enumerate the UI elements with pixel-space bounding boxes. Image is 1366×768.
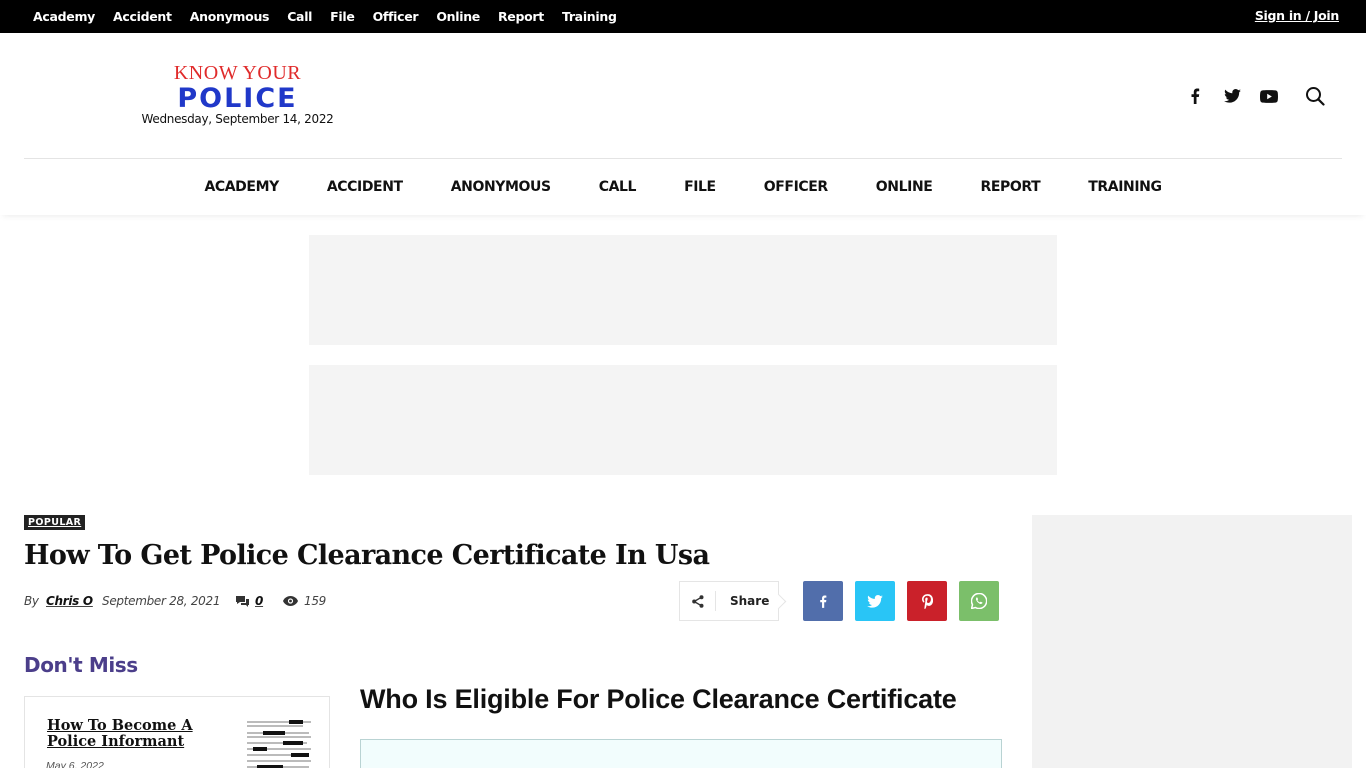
sidebar-ad <box>1032 515 1352 768</box>
article-title: How To Get Police Clearance Certificate … <box>24 540 710 571</box>
dont-miss-card: How To Become A Police Informant May 6, … <box>24 696 330 768</box>
main-nav-accident[interactable]: ACCIDENT <box>303 179 427 195</box>
author-link[interactable]: Chris O <box>46 594 93 608</box>
comments-count: 0 <box>255 594 264 608</box>
share-toggle[interactable]: Share <box>679 581 779 621</box>
whatsapp-icon <box>971 593 987 609</box>
main-nav-training[interactable]: TRAINING <box>1064 179 1185 195</box>
share-whatsapp-button[interactable] <box>959 581 999 621</box>
card-thumbnail[interactable] <box>243 719 315 768</box>
site-logo[interactable]: KNOW YOUR POLICE Wednesday, September 14… <box>135 62 340 126</box>
card-date: May 6, 2022 <box>46 760 104 768</box>
article-subheading: Who Is Eligible For Police Clearance Cer… <box>360 684 957 714</box>
main-nav: ACADEMY ACCIDENT ANONYMOUS CALL FILE OFF… <box>0 159 1366 215</box>
share-twitter-button[interactable] <box>855 581 895 621</box>
top-bar: Academy Accident Anonymous Call File Off… <box>0 0 1366 33</box>
main-nav-call[interactable]: CALL <box>575 179 660 195</box>
article-date: September 28, 2021 <box>102 594 221 608</box>
main-nav-file[interactable]: FILE <box>660 179 740 195</box>
search-icon[interactable] <box>1303 84 1327 108</box>
card-title-link[interactable]: How To Become A Police Informant <box>47 718 217 750</box>
facebook-icon[interactable] <box>1183 84 1207 108</box>
share-icon <box>680 591 716 611</box>
eye-icon <box>283 596 298 606</box>
content-highlight-box <box>360 739 1002 768</box>
top-nav-accident[interactable]: Accident <box>104 9 181 24</box>
comments-link[interactable]: 0 <box>236 594 263 608</box>
top-nav-anonymous[interactable]: Anonymous <box>181 9 278 24</box>
top-nav-report[interactable]: Report <box>489 9 553 24</box>
header-date: Wednesday, September 14, 2022 <box>141 112 334 126</box>
views-meta: 159 <box>283 594 326 608</box>
main-nav-academy[interactable]: ACADEMY <box>180 179 302 195</box>
comment-icon <box>236 595 249 607</box>
redacted-document-image <box>243 719 315 768</box>
by-label: By <box>24 594 39 608</box>
signin-link[interactable]: Sign in / Join <box>1255 8 1339 23</box>
share-label: Share <box>730 594 770 608</box>
main-nav-officer[interactable]: OFFICER <box>740 179 852 195</box>
pinterest-icon <box>921 593 933 609</box>
logo-wordmark: POLICE <box>177 83 298 114</box>
top-nav-training[interactable]: Training <box>553 9 626 24</box>
share-pinterest-button[interactable] <box>907 581 947 621</box>
views-count: 159 <box>304 594 327 608</box>
main-nav-report[interactable]: REPORT <box>956 179 1064 195</box>
top-nav: Academy Accident Anonymous Call File Off… <box>24 0 626 33</box>
youtube-icon[interactable] <box>1257 84 1281 108</box>
category-badge[interactable]: POPULAR <box>24 515 86 530</box>
main-nav-online[interactable]: ONLINE <box>852 179 957 195</box>
twitter-icon[interactable] <box>1220 84 1244 108</box>
top-nav-file[interactable]: File <box>321 9 363 24</box>
facebook-icon <box>820 595 827 608</box>
main-nav-anonymous[interactable]: ANONYMOUS <box>427 179 575 195</box>
share-facebook-button[interactable] <box>803 581 843 621</box>
twitter-icon <box>867 594 883 608</box>
top-nav-officer[interactable]: Officer <box>364 9 428 24</box>
top-nav-online[interactable]: Online <box>427 9 489 24</box>
dont-miss-heading: Don't Miss <box>24 653 138 677</box>
ad-banner-second <box>309 365 1057 475</box>
author-meta: By <box>24 594 39 608</box>
top-nav-academy[interactable]: Academy <box>24 9 104 24</box>
top-nav-call[interactable]: Call <box>278 9 321 24</box>
author-name: Chris O <box>46 594 93 608</box>
logo-tagline: KNOW YOUR <box>173 62 302 84</box>
ad-banner-top <box>309 235 1057 345</box>
